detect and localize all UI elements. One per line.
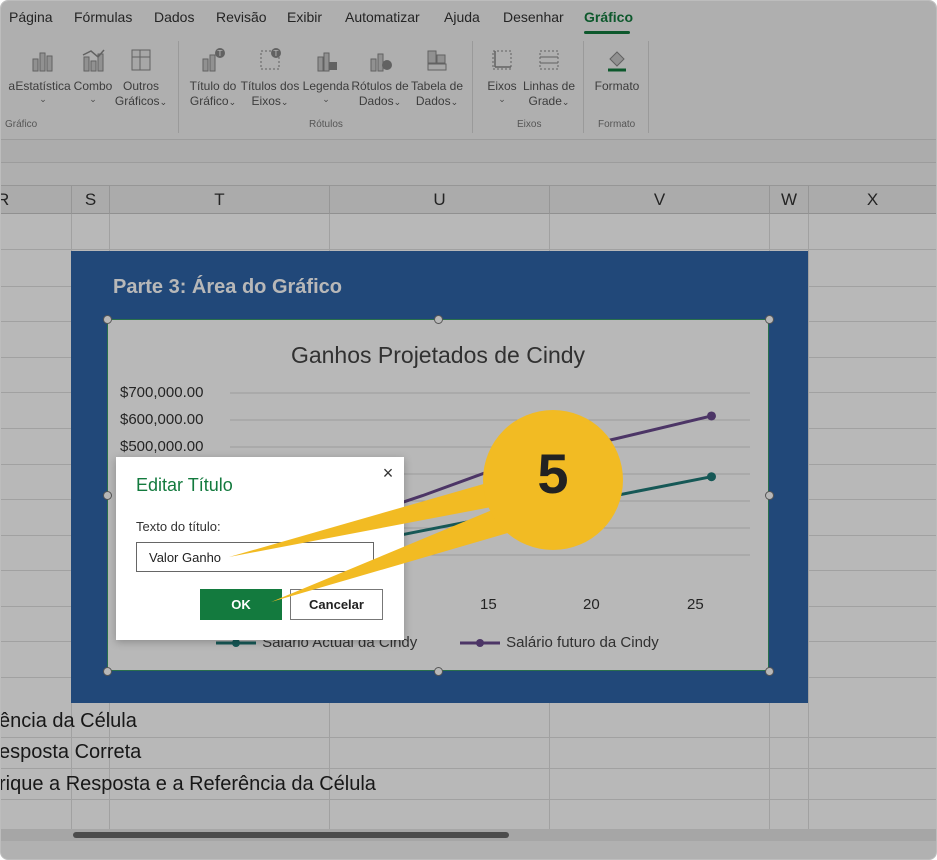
edit-title-dialog: Editar Título × Texto do título: OK Canc… bbox=[116, 457, 404, 640]
step-number: 5 bbox=[537, 442, 569, 505]
cancel-button[interactable]: Cancelar bbox=[290, 589, 383, 620]
app-window: Página Fórmulas Dados Revisão Exibir Aut… bbox=[0, 0, 937, 860]
modal-overlay bbox=[1, 1, 936, 859]
title-text-input[interactable] bbox=[136, 542, 374, 572]
title-text-label: Texto do título: bbox=[136, 519, 221, 534]
ok-button[interactable]: OK bbox=[200, 589, 282, 620]
close-icon[interactable]: × bbox=[380, 463, 396, 483]
dialog-title: Editar Título bbox=[136, 475, 233, 495]
